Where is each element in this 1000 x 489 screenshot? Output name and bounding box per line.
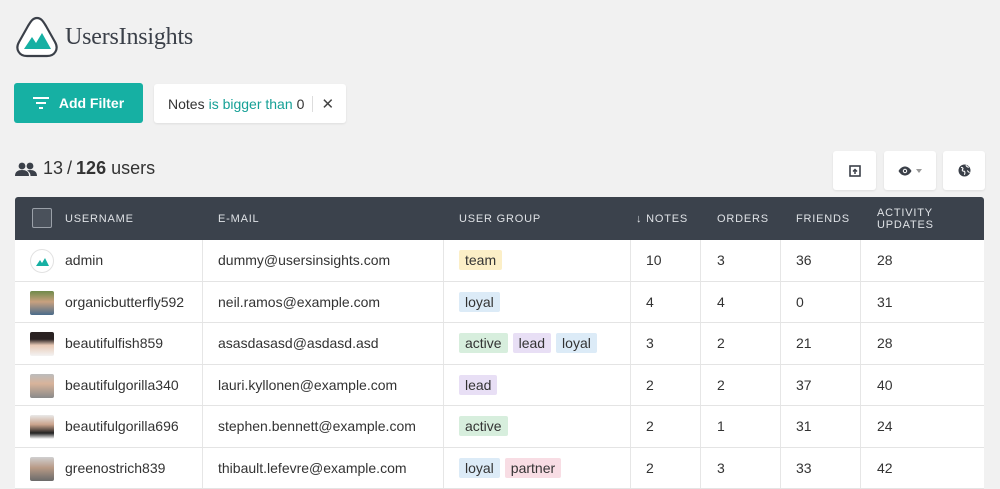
table-row[interactable]: beautifulgorilla696 stephen.bennett@exam… xyxy=(15,406,984,448)
table-row[interactable]: greenostrich839 thibault.lefevre@example… xyxy=(15,448,984,489)
cell-user-group: active xyxy=(459,406,513,447)
cell-user-group: team xyxy=(459,240,507,281)
avatar xyxy=(30,332,54,356)
cell-email: neil.ramos@example.com xyxy=(218,282,380,323)
total-count: 126 xyxy=(76,158,106,179)
cell-orders: 2 xyxy=(717,323,725,364)
filter-icon xyxy=(33,97,49,109)
cell-user-group: active lead loyal xyxy=(459,323,602,364)
cell-username[interactable]: greenostrich839 xyxy=(65,448,165,489)
count-separator: / xyxy=(67,158,72,179)
column-visibility-button[interactable] xyxy=(884,151,936,190)
avatar xyxy=(30,291,54,315)
cell-user-group: lead xyxy=(459,365,502,406)
eye-icon xyxy=(898,166,912,176)
tag-active: active xyxy=(459,416,508,436)
tag-active: active xyxy=(459,333,508,353)
filter-field: Notes xyxy=(168,96,205,112)
filter-divider xyxy=(312,96,313,112)
cell-email: stephen.bennett@example.com xyxy=(218,406,416,447)
brand-logo: UsersInsights xyxy=(15,16,193,58)
cell-friends: 21 xyxy=(796,323,812,364)
table-row[interactable]: beautifulgorilla340 lauri.kyllonen@examp… xyxy=(15,365,984,407)
count-unit: users xyxy=(111,158,155,179)
caret-down-icon xyxy=(916,169,922,173)
cell-activity-updates: 40 xyxy=(877,365,893,406)
export-icon xyxy=(849,165,861,177)
avatar xyxy=(30,374,54,398)
column-header-username[interactable]: Username xyxy=(65,197,134,240)
column-header-notes[interactable]: ↓ Notes xyxy=(636,197,688,240)
cell-notes: 10 xyxy=(646,240,662,281)
map-view-button[interactable] xyxy=(943,151,985,190)
globe-icon xyxy=(958,164,971,177)
cell-user-group: loyal partner xyxy=(459,448,566,489)
cell-email: lauri.kyllonen@example.com xyxy=(218,365,397,406)
user-count: 13 / 126 users xyxy=(15,158,155,179)
select-all-checkbox[interactable] xyxy=(32,208,52,228)
cell-username[interactable]: beautifulgorilla696 xyxy=(65,406,179,447)
tag-loyal: loyal xyxy=(459,292,500,312)
tag-loyal: loyal xyxy=(459,458,500,478)
usersinsights-logo-icon xyxy=(15,16,59,58)
cell-orders: 3 xyxy=(717,240,725,281)
add-filter-button[interactable]: Add Filter xyxy=(14,83,143,123)
remove-filter-close-icon[interactable]: ✕ xyxy=(321,95,334,113)
cell-orders: 1 xyxy=(717,406,725,447)
export-button[interactable] xyxy=(833,151,876,190)
tag-team: team xyxy=(459,250,502,270)
add-filter-label: Add Filter xyxy=(59,95,124,111)
cell-activity-updates: 28 xyxy=(877,240,893,281)
admin-logo-icon xyxy=(31,250,53,272)
cell-friends: 31 xyxy=(796,406,812,447)
column-header-orders[interactable]: Orders xyxy=(717,197,769,240)
cell-username[interactable]: beautifulfish859 xyxy=(65,323,163,364)
cell-username[interactable]: beautifulgorilla340 xyxy=(65,365,179,406)
column-header-email[interactable]: E-mail xyxy=(218,197,259,240)
cell-friends: 0 xyxy=(796,282,804,323)
cell-email: dummy@usersinsights.com xyxy=(218,240,390,281)
cell-activity-updates: 42 xyxy=(877,448,893,489)
cell-orders: 3 xyxy=(717,448,725,489)
cell-activity-updates: 28 xyxy=(877,323,893,364)
column-header-activity-updates[interactable]: Activity Updates xyxy=(877,197,947,240)
column-header-friends[interactable]: Friends xyxy=(796,197,850,240)
table-row[interactable]: beautifulfish859 asasdasasd@asdasd.asd a… xyxy=(15,323,984,365)
cell-orders: 2 xyxy=(717,365,725,406)
tag-lead: lead xyxy=(459,375,497,395)
cell-user-group: loyal xyxy=(459,282,505,323)
avatar xyxy=(30,457,54,481)
users-icon xyxy=(15,162,37,176)
cell-friends: 37 xyxy=(796,365,812,406)
column-header-user-group[interactable]: User Group xyxy=(459,197,541,240)
cell-username[interactable]: admin xyxy=(65,240,103,281)
cell-activity-updates: 31 xyxy=(877,282,893,323)
cell-friends: 36 xyxy=(796,240,812,281)
filtered-count: 13 xyxy=(43,158,63,179)
cell-notes: 2 xyxy=(646,448,654,489)
cell-friends: 33 xyxy=(796,448,812,489)
filter-operator[interactable]: is bigger than xyxy=(209,96,293,112)
cell-notes: 3 xyxy=(646,323,654,364)
cell-username[interactable]: organicbutterfly592 xyxy=(65,282,184,323)
brand-name: UsersInsights xyxy=(65,24,193,51)
cell-notes: 4 xyxy=(646,282,654,323)
filter-value[interactable]: 0 xyxy=(297,96,305,112)
table-header: Username E-mail User Group ↓ Notes Order… xyxy=(15,197,984,240)
active-filter-chip[interactable]: Notes is bigger than 0 ✕ xyxy=(154,84,346,123)
tag-lead: lead xyxy=(513,333,551,353)
avatar xyxy=(30,415,54,439)
table-row[interactable]: organicbutterfly592 neil.ramos@example.c… xyxy=(15,282,984,324)
cell-notes: 2 xyxy=(646,365,654,406)
cell-activity-updates: 24 xyxy=(877,406,893,447)
avatar xyxy=(30,249,54,273)
table-row[interactable]: admin dummy@usersinsights.com team 10 3 … xyxy=(15,240,984,282)
tag-loyal: loyal xyxy=(556,333,597,353)
cell-email: asasdasasd@asdasd.asd xyxy=(218,323,379,364)
tag-partner: partner xyxy=(505,458,561,478)
users-table: Username E-mail User Group ↓ Notes Order… xyxy=(15,197,984,489)
cell-orders: 4 xyxy=(717,282,725,323)
cell-notes: 2 xyxy=(646,406,654,447)
cell-email: thibault.lefevre@example.com xyxy=(218,448,407,489)
